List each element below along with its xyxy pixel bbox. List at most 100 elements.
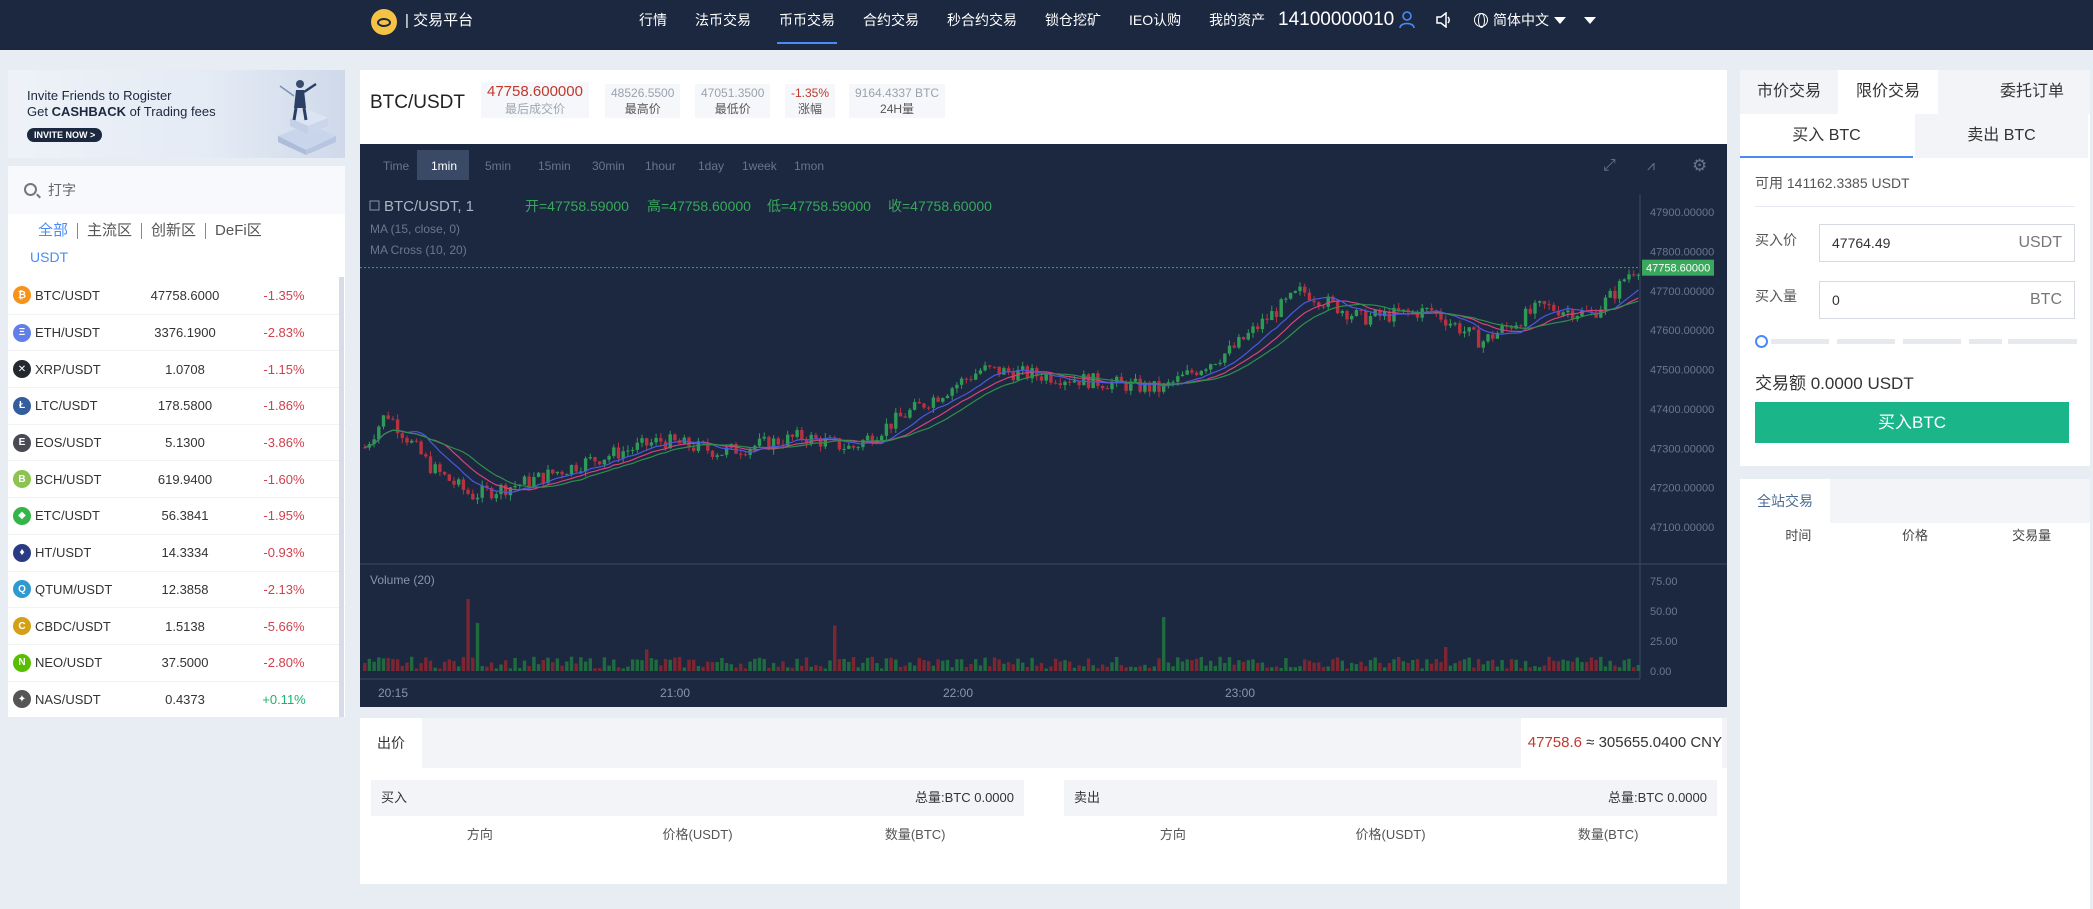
volume-bar (1035, 665, 1039, 671)
candle-body (527, 476, 531, 487)
chevron-down-icon[interactable] (1580, 10, 1600, 30)
globe-icon (1474, 13, 1488, 28)
user-icon[interactable] (1397, 10, 1417, 30)
volume-bar (1514, 659, 1518, 671)
buy-price-field[interactable]: USDT (1819, 224, 2075, 262)
tab-limit-order[interactable]: 限价交易 (1838, 70, 1938, 114)
price-tick: 47900.00000 (1650, 207, 1714, 219)
pair-price: 56.3841 (161, 508, 209, 524)
fullscreen-icon[interactable]: ⤢ (1603, 155, 1616, 174)
invite-banner[interactable]: Invite Friends to Rogister Get CASHBACK … (8, 70, 345, 158)
volume-bar (753, 658, 757, 671)
market-tab-3[interactable]: DeFi区 (206, 218, 271, 244)
volume-bar (1260, 662, 1265, 671)
volume-bar (466, 599, 470, 671)
volume-bar (1190, 660, 1194, 671)
volume-bar (1594, 659, 1598, 671)
pair-row[interactable]: Ξ ETH/USDT 3376.1900 -2.83% (8, 313, 345, 351)
logo-icon[interactable] (371, 9, 397, 35)
chart-canvas[interactable]: Time 1min 5min 15min 30min 1hour 1day 1week 1mon… (360, 144, 1727, 707)
pair-price: 178.5800 (157, 398, 213, 414)
pair-list-scrollbar[interactable] (339, 277, 344, 717)
candle-body (720, 454, 724, 456)
volume-bar (546, 657, 550, 671)
volume-bar (1307, 660, 1312, 671)
nav-item-2[interactable]: 币币交易 (765, 0, 849, 50)
interval-Time[interactable]: Time (383, 159, 410, 173)
buy-price-input[interactable] (1820, 235, 2000, 251)
top-nav-bar: | 交易平台 行情 法币交易 币币交易 合约交易 秒合约交易 锁仓挖矿 IEO认购 我的资产 … (0, 0, 2093, 50)
volume-bar (1397, 656, 1401, 671)
slider-knob[interactable] (1755, 335, 1768, 348)
settings-icon[interactable]: ⚙ (1692, 156, 1707, 176)
indicators-icon[interactable]: ⩘ (1647, 158, 1655, 174)
invite-now-button[interactable]: INVITE NOW > (27, 128, 103, 142)
nav-item-4[interactable]: 秒合约交易 (933, 0, 1031, 50)
pair-row[interactable]: C CBDC/USDT 1.5138 -5.66% (8, 607, 345, 644)
interval-1mon[interactable]: 1mon (794, 159, 824, 173)
volume-bar (1622, 660, 1626, 671)
account-phone[interactable]: 14100000010 (1278, 7, 1394, 33)
interval-1min[interactable]: 1min (431, 159, 457, 173)
buy-qty-field[interactable]: BTC (1819, 281, 2075, 319)
global-trades-columns: 时间 价格 交易量 (1785, 528, 2052, 543)
candle-body (1152, 381, 1156, 392)
tab-open-orders[interactable]: 委托订单 (1974, 70, 2090, 114)
candle-body (1044, 374, 1048, 381)
pair-row[interactable]: ♦ HT/USDT 14.3334 -0.93% (8, 533, 345, 571)
quote-currency-tab[interactable]: USDT (30, 246, 68, 268)
speaker-icon[interactable] (1434, 10, 1454, 30)
nav-item-0[interactable]: 行情 (625, 0, 681, 50)
interval-1day[interactable]: 1day (698, 159, 724, 173)
price-unit: USDT (2018, 234, 2062, 251)
pair-row[interactable]: Q QTUM/USDT 12.3858 -2.13% (8, 570, 345, 608)
volume-bar (1077, 665, 1081, 671)
interval-1week[interactable]: 1week (742, 159, 778, 173)
candle-body (1350, 315, 1354, 320)
nav-item-5[interactable]: 锁仓挖矿 (1031, 0, 1115, 50)
nav-item-6[interactable]: IEO认购 (1115, 0, 1195, 50)
candle-body (405, 437, 409, 443)
pair-row[interactable]: ✦ NAS/USDT 0.4373 +0.11% (8, 680, 345, 718)
language-selector[interactable]: 简体中文 (1474, 9, 1566, 31)
nav-item-3[interactable]: 合约交易 (849, 0, 933, 50)
interval-15min[interactable]: 15min (538, 159, 571, 173)
pair-row[interactable]: N NEO/USDT 37.5000 -2.80% (8, 643, 345, 681)
market-tab-0[interactable]: 全部 (22, 218, 77, 244)
search-input[interactable] (48, 178, 328, 202)
search-box[interactable] (8, 166, 345, 214)
interval-5min[interactable]: 5min (485, 159, 511, 173)
etc-icon: ◆ (13, 506, 31, 525)
percent-slider[interactable] (1755, 335, 2077, 348)
buy-qty-input[interactable] (1820, 292, 2000, 308)
nav-item-7[interactable]: 我的资产 (1195, 0, 1279, 50)
tab-bids[interactable]: 出价 (360, 718, 422, 768)
pair-row[interactable]: ◆ ETC/USDT 56.3841 -1.95% (8, 497, 345, 534)
pair-row[interactable]: ✕ XRP/USDT 1.0708 -1.15% (8, 350, 345, 387)
pair-list: ₿ BTC/USDT 47758.6000 -1.35% Ξ ETH/USDT 3376.1… (8, 277, 345, 717)
main-nav: 行情 法币交易 币币交易 合约交易 秒合约交易 锁仓挖矿 IEO认购 我的资产 (625, 0, 1279, 50)
candle-body (419, 441, 423, 455)
tab-global-trades[interactable]: 全站交易 (1740, 479, 1830, 523)
nav-item-1[interactable]: 法币交易 (681, 0, 765, 50)
volume-bar (612, 659, 616, 671)
pair-row[interactable]: Ł LTC/USDT 178.5800 -1.86% (8, 387, 345, 424)
candle-body (1307, 292, 1312, 301)
interval-1hour[interactable]: 1hour (645, 159, 676, 173)
candlestick-chart[interactable]: Time 1min 5min 15min 30min 1hour 1day 1week 1mon… (360, 144, 1727, 707)
legend-close: 收=47758.60000 (888, 198, 992, 214)
ticker-bar: BTC/USDT 47758.600000 最后成交价 48526.5500 最… (360, 70, 1727, 144)
buy-btc-button[interactable]: 买入BTC (1755, 402, 2069, 443)
tab-buy-btc[interactable]: 买入 BTC (1740, 114, 1913, 158)
volume-bar (847, 661, 851, 671)
pair-row[interactable]: B BCH/USDT 619.9400 -1.60% (8, 460, 345, 497)
tab-market-order[interactable]: 市价交易 (1740, 70, 1838, 114)
pair-row[interactable]: ₿ BTC/USDT 47758.6000 -1.35% (8, 277, 345, 314)
price-tick: 47600.00000 (1650, 325, 1714, 337)
tab-sell-btc[interactable]: 卖出 BTC (1915, 114, 2088, 158)
pair-row[interactable]: E EOS/USDT 5.1300 -3.86% (8, 423, 345, 461)
volume-bar (767, 667, 771, 671)
interval-30min[interactable]: 30min (592, 159, 625, 173)
market-tab-2[interactable]: 创新区 (142, 218, 205, 244)
market-tab-1[interactable]: 主流区 (78, 218, 141, 244)
